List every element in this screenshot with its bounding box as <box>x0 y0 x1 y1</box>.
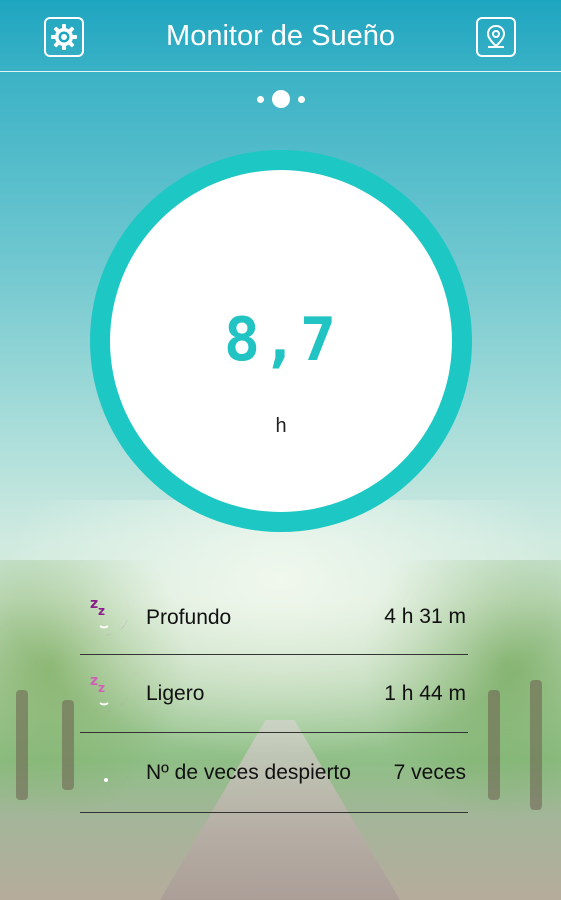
stat-label: Nº de veces despierto <box>146 761 351 784</box>
stat-label: Profundo <box>146 605 232 629</box>
location-button[interactable] <box>476 17 516 57</box>
location-pin-icon <box>486 24 506 48</box>
svg-text:z: z <box>98 604 105 618</box>
stat-row-deep[interactable]: z z Profundo 4 h 31 m <box>80 580 468 655</box>
page-dot[interactable] <box>256 95 264 103</box>
sleep-hours-unit: h <box>275 415 287 437</box>
page-dot[interactable] <box>297 95 305 103</box>
sleep-stats-list: z z Profundo 4 h 31 m z z Ligero 1 h 44 … <box>80 580 468 813</box>
svg-text:z: z <box>90 596 98 612</box>
light-sleep-moon-icon: z z <box>86 672 130 712</box>
deep-sleep-moon-icon: z z <box>86 596 130 636</box>
stat-row-light[interactable]: z z Ligero 1 h 44 m <box>80 655 468 733</box>
stat-label: Ligero <box>146 682 205 705</box>
sleep-hours-gauge: 8,7 h <box>90 150 472 532</box>
stat-row-awake[interactable]: Nº de veces despierto 7 veces <box>80 733 468 813</box>
svg-text:z: z <box>98 681 105 695</box>
stat-value: 7 veces <box>393 760 466 784</box>
stat-value: 1 h 44 m <box>384 681 466 705</box>
stat-value: 4 h 31 m <box>384 605 466 628</box>
page-indicator[interactable] <box>0 90 561 108</box>
awake-moon-icon <box>86 751 130 791</box>
page-dot-active[interactable] <box>271 90 290 108</box>
gauge-face: 8,7 h <box>110 170 452 512</box>
app-header: Monitor de Sueño <box>0 0 561 72</box>
sleep-hours-value: 8,7 <box>223 305 339 375</box>
svg-text:z: z <box>90 673 98 689</box>
